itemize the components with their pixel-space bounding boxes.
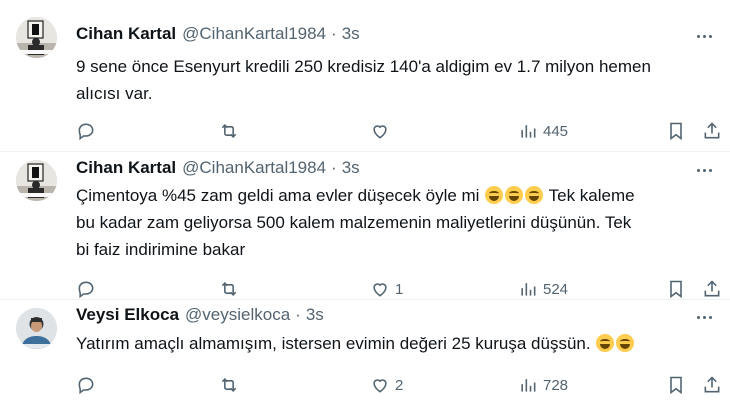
- tweet-header: Veysi Elkoca @veysielkoca · 3s: [76, 304, 324, 326]
- retweet-icon: [221, 282, 237, 296]
- divider: [0, 299, 730, 300]
- tweet-text-segment: Tek kaleme: [548, 186, 635, 205]
- tweet-actions: 445: [76, 118, 726, 144]
- bookmark-icon: [670, 122, 682, 141]
- share-icon: [704, 280, 720, 297]
- heart-icon: [373, 283, 387, 297]
- user-name[interactable]: Veysi Elkoca: [76, 305, 179, 325]
- tweet-text: 9 sene önce Esenyurt kredili 250 kredisi…: [76, 53, 716, 107]
- tweet-header: Cihan Kartal @CihanKartal1984 · 3s: [76, 23, 360, 45]
- heart-icon: [373, 125, 387, 139]
- tweet-text-segment: Çimentoya %45 zam geldi ama evler düşece…: [76, 186, 480, 205]
- views-count: 728: [543, 376, 569, 394]
- retweet-button[interactable]: [219, 372, 239, 398]
- grinning-face-emoji: [525, 186, 544, 204]
- views-button[interactable]: 728: [518, 372, 568, 398]
- tweet-text-segment: Yatırım amaçlı almamışım, istersen evimi…: [76, 334, 591, 353]
- user-name[interactable]: Cihan Kartal: [76, 158, 176, 178]
- share-icon: [704, 122, 720, 139]
- timestamp[interactable]: 3s: [342, 24, 360, 44]
- grinning-face-emoji: [485, 186, 504, 204]
- user-handle[interactable]: @CihanKartal1984: [182, 24, 326, 44]
- divider: [0, 151, 730, 152]
- tweet-text-line: Çimentoya %45 zam geldi ama evler düşece…: [76, 182, 716, 209]
- views-chart-icon: [521, 379, 536, 392]
- reply-button[interactable]: [76, 372, 96, 398]
- timestamp[interactable]: 3s: [306, 305, 324, 325]
- tears-of-joy-emoji: [616, 334, 635, 352]
- avatar[interactable]: [16, 308, 57, 349]
- avatar[interactable]: [16, 160, 57, 201]
- like-button[interactable]: [370, 118, 390, 144]
- more-dots-icon[interactable]: [692, 26, 716, 46]
- tweet-text-line: alıcısı var.: [76, 84, 153, 103]
- bookmark-icon: [670, 376, 682, 395]
- heart-icon: [373, 379, 387, 393]
- views-count: 524: [543, 280, 569, 298]
- likes-count: 2: [395, 376, 404, 394]
- more-dots-icon[interactable]: [692, 307, 716, 327]
- views-chart-icon: [521, 283, 536, 296]
- tweet-text-line: bi faiz indirimine bakar: [76, 240, 246, 259]
- separator-dot: ·: [331, 24, 337, 43]
- separator-dot: ·: [331, 158, 337, 177]
- reply-icon: [78, 377, 94, 395]
- user-handle[interactable]: @veysielkoca: [185, 305, 290, 325]
- timestamp[interactable]: 3s: [342, 158, 360, 178]
- avatar[interactable]: [16, 17, 57, 58]
- bookmark-button[interactable]: [666, 372, 686, 398]
- tweet-actions: 2 728: [76, 372, 726, 398]
- share-button[interactable]: [702, 118, 722, 144]
- tweet-text: Yatırım amaçlı almamışım, istersen evimi…: [76, 330, 716, 357]
- likes-count: 1: [395, 280, 404, 298]
- bookmark-button[interactable]: [666, 118, 686, 144]
- tweet-text: Çimentoya %45 zam geldi ama evler düşece…: [76, 182, 716, 263]
- share-button[interactable]: [702, 372, 722, 398]
- views-count: 445: [543, 122, 569, 140]
- tweet-text-line: Yatırım amaçlı almamışım, istersen evimi…: [76, 330, 716, 357]
- reply-icon: [78, 123, 94, 141]
- more-dots-icon[interactable]: [692, 160, 716, 180]
- reply-icon: [78, 281, 94, 299]
- tweet-text-line: bu kadar zam geliyorsa 500 kalem malzeme…: [76, 213, 632, 232]
- views-chart-icon: [521, 125, 536, 138]
- retweet-button[interactable]: [219, 118, 239, 144]
- like-button[interactable]: 2: [370, 372, 403, 398]
- tweet-header: Cihan Kartal @CihanKartal1984 · 3s: [76, 157, 360, 179]
- views-button[interactable]: 445: [518, 118, 568, 144]
- retweet-icon: [221, 124, 237, 138]
- tweet-1[interactable]: Cihan Kartal @CihanKartal1984 · 3s 9 sen…: [0, 0, 730, 152]
- bookmark-icon: [670, 280, 682, 299]
- tweet-text-line: 9 sene önce Esenyurt kredili 250 kredisi…: [76, 57, 651, 76]
- separator-dot: ·: [295, 305, 301, 324]
- share-icon: [704, 376, 720, 393]
- user-handle[interactable]: @CihanKartal1984: [182, 158, 326, 178]
- retweet-icon: [221, 378, 237, 392]
- user-name[interactable]: Cihan Kartal: [76, 24, 176, 44]
- reply-button[interactable]: [76, 118, 96, 144]
- tears-of-joy-emoji: [596, 334, 615, 352]
- grinning-face-emoji: [505, 186, 524, 204]
